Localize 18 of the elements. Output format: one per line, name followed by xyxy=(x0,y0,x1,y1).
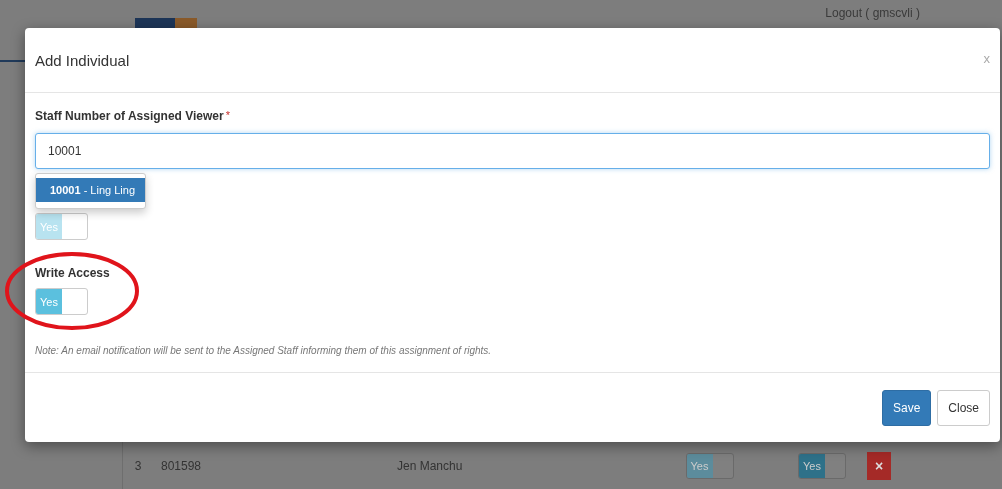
dialog-button[interactable]: Close xyxy=(937,389,990,426)
modal-title: Add Individual xyxy=(35,51,130,69)
toggle-switch[interactable]: Yes xyxy=(35,288,88,315)
dismiss-button[interactable]: x xyxy=(983,50,990,70)
table-cell-text: 801598 xyxy=(160,458,203,473)
toggle-switch[interactable]: Yes xyxy=(798,452,846,479)
table-cell-text: 3 xyxy=(133,458,143,473)
toggle-label: Write Access xyxy=(35,266,110,280)
field-label: Staff Number of Assigned Viewer xyxy=(35,109,224,123)
dialog-button[interactable]: Save xyxy=(881,389,932,426)
delete-button[interactable]: × xyxy=(867,451,891,480)
note-text: Note: An email notification will be sent to the Assigned Staff informing them of this assignment of rights. xyxy=(35,345,493,356)
table-cell-text: Jen Manchu xyxy=(397,458,464,473)
logout-link[interactable]: Logout ( gmscvli ) xyxy=(825,6,920,20)
staff-number-field[interactable]: 10001 xyxy=(35,133,990,169)
logo-icon xyxy=(135,18,197,28)
suggestion-item[interactable]: 10001 - Ling Ling xyxy=(36,178,145,202)
required-mark: * xyxy=(225,109,230,123)
